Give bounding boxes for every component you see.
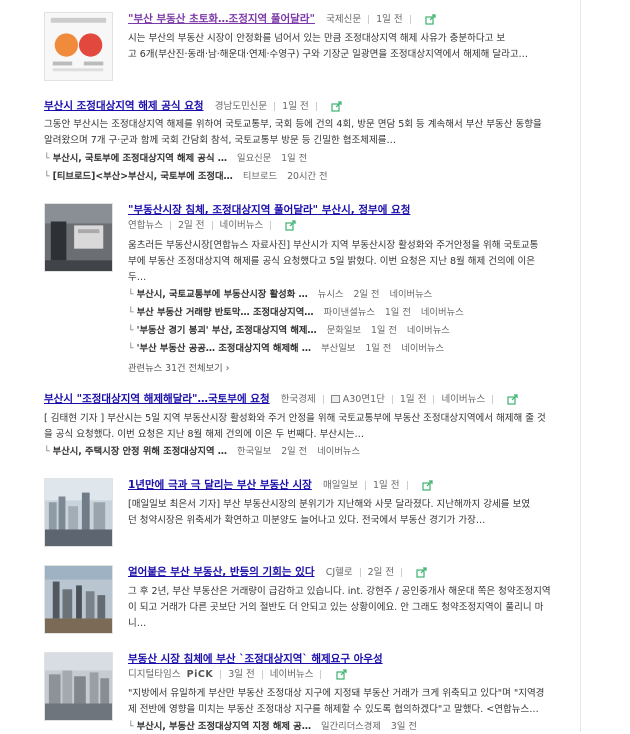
time-ago: 1일 전 <box>399 394 427 405</box>
time-ago: 2일 전 <box>177 220 205 231</box>
press-name[interactable]: 국제신문 <box>326 14 361 25</box>
news-title-link[interactable]: 부산시 조정대상지역 해제 공식 요청 <box>44 100 204 112</box>
pick-badge: PiCK <box>186 669 214 680</box>
press-name[interactable]: 연합뉴스 <box>128 220 163 231</box>
news-description: 그동안 부산시는 조정대상지역 해제를 위하여 국토교통부, 국회 등에 건의 … <box>44 119 542 146</box>
news-thumbnail[interactable] <box>44 203 113 272</box>
news-description: [ 김태현 기자 ] 부산시는 5일 지역 부동산시장 활성화와 주거 안정을 … <box>44 413 546 440</box>
news-title-link[interactable]: "부산 부동산 초토화…조정지역 풀어달라" <box>128 13 315 25</box>
sub-news-item[interactable]: └ 부산시, 국토교통부에 부동산시장 활성화 … 뉴시스 2일 전 네이버뉴스 <box>128 288 432 302</box>
share-icon[interactable] <box>285 219 297 231</box>
press-name[interactable]: 경남도민신문 <box>215 101 267 112</box>
news-description: 움츠러든 부동산시장[연합뉴스 자료사진] 부산시가 지역 부동산시장 활성화와… <box>128 240 539 283</box>
corner-arrow-icon: └ <box>44 171 50 182</box>
infographic-thumbnail-image <box>45 13 112 80</box>
time-ago: 3일 전 <box>228 669 255 680</box>
apartments-photo-thumbnail-image <box>45 653 112 720</box>
share-icon[interactable] <box>336 668 347 680</box>
sub-news-item[interactable]: └ 부산 부동산 거래량 반토막… 조정대상지역… 파이낸셜뉴스 1일 전 네이버뉴스 <box>128 306 464 320</box>
sub-news-item[interactable]: └ '부동산 경기 봉괴' 부산, 조정대상지역 해제… 문화일보 1일 전 네이버뉴스 <box>128 324 450 338</box>
newspaper-icon <box>330 395 340 403</box>
time-ago: 2일 전 <box>367 567 395 578</box>
news-description: "지방에서 유일하게 부산만 부동산 조정대상 지구에 지정돼 부동산 거래가 … <box>128 688 545 715</box>
sub-news-item[interactable]: └ 부산시, 국토부에 조정대상지역 해제 공식 … 일요신문 1일 전 <box>44 152 307 166</box>
news-title-link[interactable]: 1년만에 극과 극 달리는 부산 부동산 시장 <box>128 479 312 491</box>
news-title-link[interactable]: 부동산 시장 침체에 부산 `조정대상지역` 해제요구 아우성 <box>128 653 383 665</box>
news-thumbnail[interactable] <box>44 12 113 81</box>
share-icon[interactable] <box>507 393 518 405</box>
chevron-right-icon: › <box>225 363 230 374</box>
corner-arrow-icon: └ <box>128 289 134 300</box>
press-name[interactable]: 디지털타임스 <box>128 669 180 680</box>
news-thumbnail[interactable] <box>44 565 113 634</box>
news-title-link[interactable]: 얼어붙은 부산 부동산, 반등의 기회는 있다 <box>128 566 315 578</box>
corner-arrow-icon: └ <box>44 153 50 164</box>
office-photo-thumbnail-image <box>45 204 112 271</box>
press-name[interactable]: 매일일보 <box>323 480 358 491</box>
news-thumbnail[interactable] <box>44 652 113 721</box>
skyline-photo-thumbnail-image <box>45 566 112 633</box>
time-ago: 1일 전 <box>372 480 400 491</box>
share-icon[interactable] <box>416 566 427 578</box>
news-title-link[interactable]: 부산시 "조정대상지역 해제해달라"…국토부에 요청 <box>44 393 270 405</box>
corner-arrow-icon: └ <box>44 446 50 457</box>
related-news-link[interactable]: 관련뉴스 31건 전체보기 › <box>128 360 229 374</box>
news-description: [매일일보 최은서 기자] 부산 부동산시장의 분위기가 지난해와 사뭇 달라졌… <box>128 499 530 526</box>
news-description: 그 후 2년, 부산 부동산은 거래량이 급감하고 있습니다. int. 강현주… <box>128 586 551 629</box>
share-icon[interactable] <box>425 13 436 25</box>
sub-news-item[interactable]: └ [티브로드]<부산>부산시, 국토부에 조정대… 티브로드 20시간 전 <box>44 170 328 184</box>
share-icon[interactable] <box>422 479 433 491</box>
sub-news-item[interactable]: └ '부산 부동산 공공… 조정대상지역 해제해 … 부산일보 1일 전 네이버뉴스 <box>128 342 444 356</box>
time-ago: 1일 전 <box>376 14 403 25</box>
news-title-link[interactable]: "부동산시장 침체, 조정대상지역 풀어달라" 부산시, 정부에 요청 <box>128 204 410 216</box>
share-icon[interactable] <box>331 100 342 112</box>
corner-arrow-icon: └ <box>128 343 134 354</box>
press-name[interactable]: 한국경제 <box>281 394 316 405</box>
sub-news-item[interactable]: └ 부산시, 주택시장 안정 위해 조정대상지역 … 한국일보 2일 전 네이버뉴스 <box>44 445 360 459</box>
corner-arrow-icon: └ <box>128 307 134 318</box>
paper-page: A30면1단 <box>342 394 385 405</box>
naver-news-link[interactable]: 네이버뉴스 <box>220 220 264 231</box>
news-description: 시는 부산의 부동산 시장이 안정화를 넘어서 있는 만큼 조정대상지역 해제 … <box>128 33 529 60</box>
corner-arrow-icon: └ <box>128 721 134 732</box>
time-ago: 1일 전 <box>282 101 309 112</box>
naver-news-link[interactable]: 네이버뉴스 <box>441 394 485 405</box>
right-divider <box>580 0 581 732</box>
city-photo-thumbnail-image <box>45 479 112 546</box>
corner-arrow-icon: └ <box>128 325 134 336</box>
naver-news-link[interactable]: 네이버뉴스 <box>270 669 314 680</box>
news-thumbnail[interactable] <box>44 478 113 547</box>
press-name[interactable]: CJ헬로 <box>326 567 353 578</box>
